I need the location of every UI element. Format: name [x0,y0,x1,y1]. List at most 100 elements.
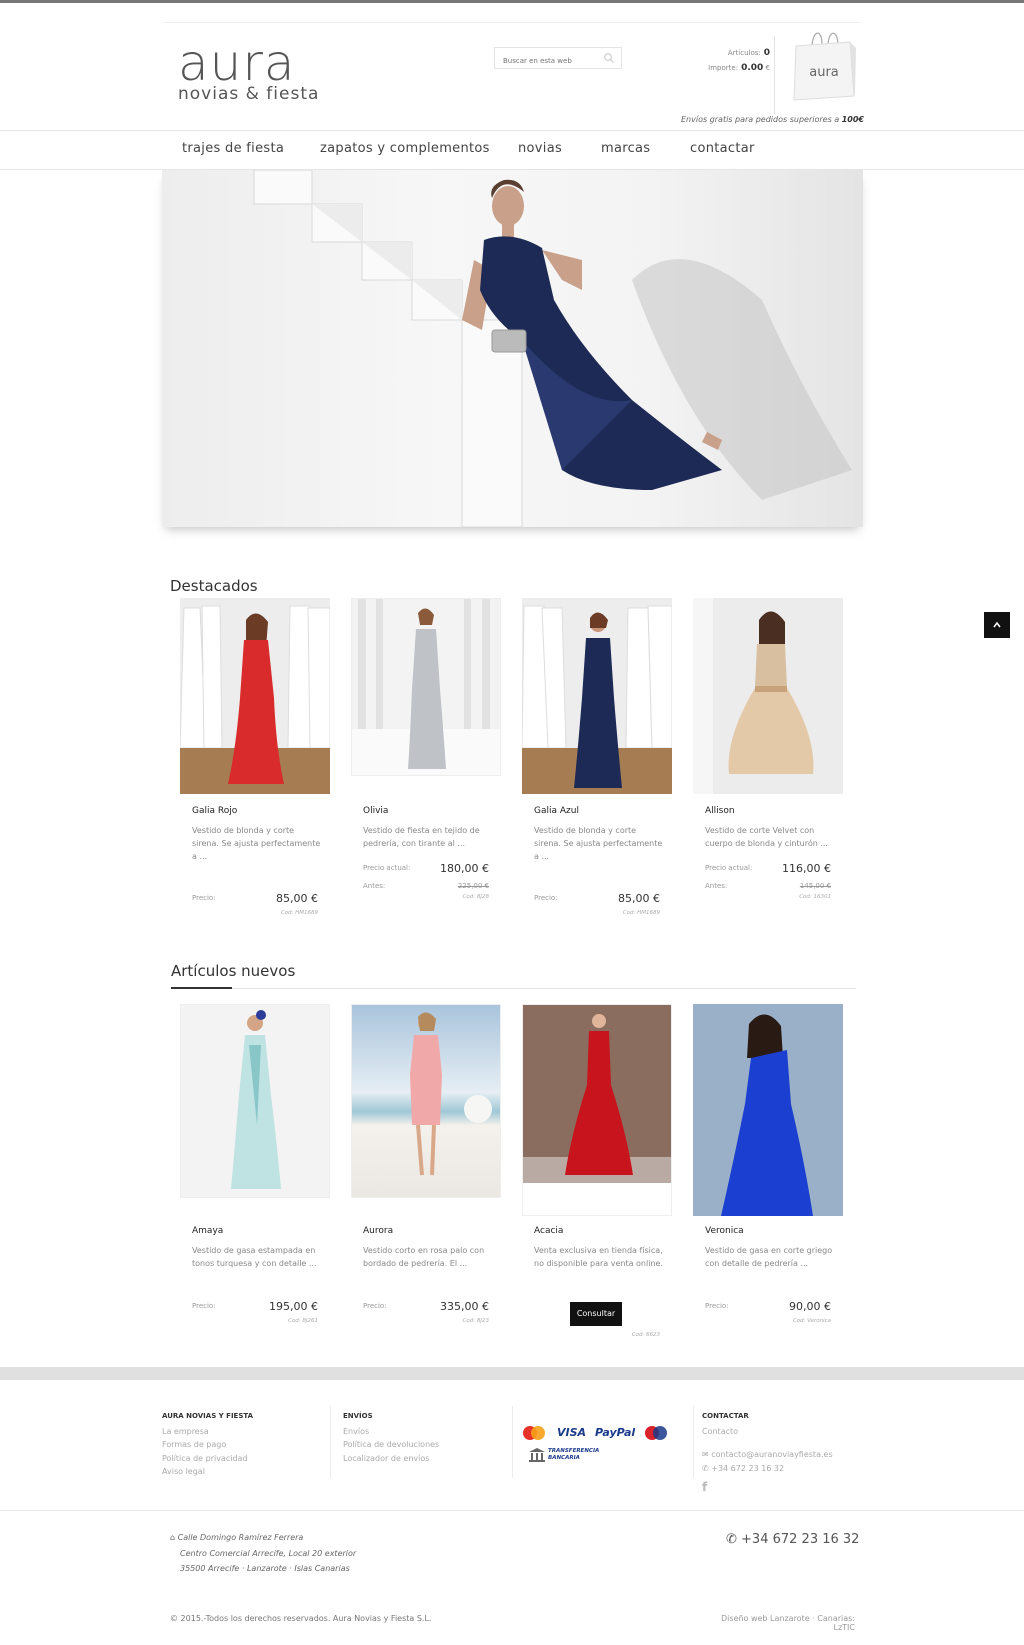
product-name[interactable]: Aurora [363,1226,393,1236]
footer-phone-text: +34 672 23 16 32 [711,1463,785,1473]
paypal-logo: PayPal [595,1426,636,1439]
product-price: 195,00 € [269,1300,318,1313]
product-image[interactable] [180,598,330,794]
bank-icon [529,1448,545,1462]
main-nav: trajes de fiesta zapatos y complementos … [0,130,1024,170]
product-price: 116,00 € [782,862,831,875]
cart-currency: € [765,64,770,72]
product-card[interactable]: Olivia Vestido de fiesta en tejido de pe… [351,598,501,923]
price-label: Precio: [534,894,558,902]
shipping-text: Envíos gratis para pedidos superiores a [680,115,840,124]
cart-items-label: Artículos: [727,49,761,57]
product-card[interactable]: Allison Vestido de corte Velvet con cuer… [693,598,843,923]
product-name[interactable]: Galia Azul [534,806,579,816]
consultar-button[interactable]: Consultar [570,1302,622,1326]
footer-email[interactable]: ✉ contacto@auranoviayfiesta.es [702,1448,833,1462]
footer-link-devoluciones[interactable]: Política de devoluciones [343,1438,439,1452]
footer-link-privacidad[interactable]: Política de privacidad [162,1452,253,1466]
product-image[interactable] [351,598,501,776]
product-name[interactable]: Olivia [363,806,388,816]
footer-link-envios[interactable]: Envíos [343,1425,439,1439]
copyright: © 2015.-Todos los derechos reservados. A… [170,1614,432,1623]
section-divider [171,988,856,989]
logo-main: aura [178,34,296,92]
search-icon[interactable] [603,52,615,64]
price-label: Precio: [705,1302,729,1310]
footer-phone-large[interactable]: ✆ +34 672 23 16 32 [726,1532,859,1547]
footer-link-empresa[interactable]: La empresa [162,1425,253,1439]
envelope-icon: ✉ [702,1450,712,1459]
product-name[interactable]: Acacia [534,1226,563,1236]
logo-sub: novias & fiesta [178,84,320,104]
shipping-amount: 100€ [841,115,864,124]
cart-items-value: 0 [763,48,770,58]
product-image[interactable] [180,1004,330,1198]
price-label: Precio: [192,1302,216,1310]
product-card[interactable]: Galia Rojo Vestido de blonda y corte sir… [180,598,330,923]
product-card[interactable]: Acacia Venta exclusiva en tienda física,… [522,1004,672,1344]
store-address: ⌂ Calle Domingo Ramírez Ferrera Centro C… [170,1530,356,1577]
new-items-title: Artículos nuevos [171,962,296,980]
product-card[interactable]: Aurora Vestido corto en rosa palo con bo… [351,1004,501,1344]
product-price: 335,00 € [440,1300,489,1313]
product-name[interactable]: Veronica [705,1226,744,1236]
hero-banner[interactable] [162,170,863,527]
footer-bar [0,1367,1024,1380]
nav-trajes-de-fiesta[interactable]: trajes de fiesta [182,141,284,156]
address-line-1: Calle Domingo Ramírez Ferrera [177,1533,304,1542]
cart-total-label: Importe: [708,64,739,72]
product-image[interactable] [522,598,672,794]
mastercard-icon [523,1426,545,1440]
product-price: 85,00 € [276,892,318,905]
product-image[interactable] [351,1004,501,1198]
product-price: 85,00 € [618,892,660,905]
footer-link-localizador[interactable]: Localizador de envíos [343,1452,439,1466]
search-input[interactable] [495,51,603,71]
product-name[interactable]: Galia Rojo [192,806,237,816]
shopping-bag-icon[interactable]: aura [792,26,856,102]
scroll-to-top-button[interactable] [984,612,1010,638]
product-code: Cod: 8J28 [462,894,489,900]
product-image[interactable] [522,1004,672,1216]
product-image[interactable] [693,598,843,794]
footer-link-contacto[interactable]: Contacto [702,1425,833,1439]
chevron-up-icon [993,621,1001,628]
nav-novias[interactable]: novias [518,141,562,156]
product-code: Cod: 8J23 [462,1318,489,1324]
cart-summary[interactable]: Artículos: 0 Importe: 0.00 € [680,46,770,76]
nav-zapatos-y-complementos[interactable]: zapatos y complementos [320,141,490,156]
nav-marcas[interactable]: marcas [601,141,650,156]
footer-link-formas-pago[interactable]: Formas de pago [162,1438,253,1452]
footer-divider [693,1406,694,1478]
product-image[interactable] [693,1004,843,1216]
footer-contact-column: CONTACTAR Contacto ✉ contacto@auranoviay… [702,1410,833,1495]
footer-link-aviso-legal[interactable]: Aviso legal [162,1465,253,1479]
hero-image [253,170,852,527]
product-description: Vestido de gasa estampada en tonos turqu… [192,1246,317,1268]
phone-icon: ✆ [726,1532,742,1547]
footer-divider [330,1406,331,1478]
footer-shipping-heading: ENVÍOS [343,1412,373,1420]
site-logo[interactable]: aura novias & fiesta [178,38,328,108]
maestro-icon [645,1426,667,1440]
product-name[interactable]: Allison [705,806,735,816]
cart-total-value: 0.00 [741,63,764,73]
top-border [0,0,1024,3]
footer-phone[interactable]: ✆ +34 672 23 16 32 [702,1462,833,1476]
web-design-credit[interactable]: Diseño web Lanzarote · Canarias: LzTIC [697,1614,855,1632]
old-price: 145,00 € [799,882,831,890]
product-card[interactable]: Amaya Vestido de gasa estampada en tonos… [180,1004,330,1344]
nav-contactar[interactable]: contactar [690,141,755,156]
product-code: Cod: 16301 [799,894,831,900]
bank-transfer-logo: TRANSFERENCIA BANCARIA [548,1448,600,1461]
free-shipping-note: Envíos gratis para pedidos superiores a … [640,115,864,124]
price-label: Precio: [363,1302,387,1310]
product-description: Vestido de corte Velvet con cuerpo de bl… [705,826,828,848]
visa-logo: VISA [557,1426,587,1439]
product-card[interactable]: Veronica Vestido de gasa en corte griego… [693,1004,843,1344]
product-card[interactable]: Galia Azul Vestido de blonda y corte sir… [522,598,672,923]
product-name[interactable]: Amaya [192,1226,223,1236]
search-box [494,47,622,71]
product-description: Vestido de fiesta en tejido de pedrería,… [363,826,480,848]
facebook-icon[interactable]: f [702,1480,833,1495]
